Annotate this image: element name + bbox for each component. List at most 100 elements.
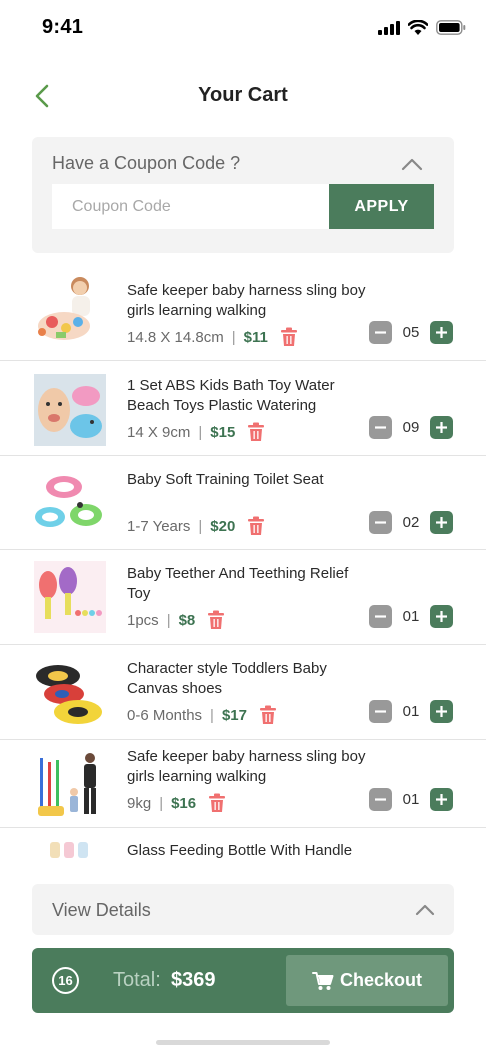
increase-quantity-button[interactable] xyxy=(430,321,453,344)
item-meta: 14 X 9cm | $15 xyxy=(127,422,265,442)
trash-icon[interactable] xyxy=(208,793,226,813)
item-count-badge: 16 xyxy=(52,967,79,994)
quantity-value: 01 xyxy=(402,791,420,808)
decrease-quantity-button[interactable] xyxy=(369,321,392,344)
decrease-quantity-button[interactable] xyxy=(369,511,392,534)
cart-list: Safe keeper baby harness sling boy girls… xyxy=(0,266,486,866)
trash-icon[interactable] xyxy=(207,610,225,630)
item-price: $17 xyxy=(221,706,247,724)
total-label: Total: xyxy=(113,969,161,991)
minus-icon xyxy=(375,798,386,801)
decrease-quantity-button[interactable] xyxy=(369,605,392,628)
apply-coupon-button[interactable]: APPLY xyxy=(329,184,434,229)
product-image xyxy=(34,561,106,633)
item-spec: 9kg xyxy=(127,794,152,812)
status-time: 9:41 xyxy=(42,16,84,38)
quantity-value: 09 xyxy=(402,419,420,436)
decrease-quantity-button[interactable] xyxy=(369,416,392,439)
trash-icon[interactable] xyxy=(247,516,265,536)
status-bar: 9:41 xyxy=(0,0,486,54)
increase-quantity-button[interactable] xyxy=(430,511,453,534)
cart-item: Baby Soft Training Toilet Seat 1-7 Years… xyxy=(0,456,486,550)
checkout-button[interactable]: Checkout xyxy=(286,955,448,1006)
item-meta: 0-6 Months | $17 xyxy=(127,705,277,725)
item-name: 1 Set ABS Kids Bath Toy Water Beach Toys… xyxy=(127,377,335,414)
quantity-stepper: 09 xyxy=(369,416,453,439)
item-spec: 1-7 Years xyxy=(127,517,191,535)
item-spec: 14 X 9cm xyxy=(127,423,191,441)
increase-quantity-button[interactable] xyxy=(430,788,453,811)
product-image xyxy=(34,272,106,344)
meta-separator: | xyxy=(159,794,164,812)
product-image xyxy=(34,656,106,728)
coupon-code-input[interactable] xyxy=(52,184,329,229)
item-name: Baby Soft Training Toilet Seat xyxy=(127,471,324,488)
status-icons xyxy=(378,20,466,35)
quantity-stepper: 01 xyxy=(369,700,453,723)
item-price: $20 xyxy=(210,517,236,535)
battery-icon xyxy=(436,20,466,35)
quantity-stepper: 01 xyxy=(369,788,453,811)
header: Your Cart xyxy=(0,72,486,120)
decrease-quantity-button[interactable] xyxy=(369,788,392,811)
meta-separator: | xyxy=(166,611,171,629)
chevron-up-icon xyxy=(415,904,435,916)
cart-item: Baby Teether And Teething Relief Toy 1pc… xyxy=(0,550,486,645)
quantity-value: 05 xyxy=(402,324,420,341)
item-name: Baby Teether And Teething Relief Toy xyxy=(127,565,349,602)
quantity-value: 01 xyxy=(402,703,420,720)
item-spec: 0-6 Months xyxy=(127,706,203,724)
plus-icon xyxy=(436,611,447,622)
item-meta: 1pcs | $8 xyxy=(127,610,225,630)
item-name: Glass Feeding Bottle With Handle xyxy=(127,842,353,859)
decrease-quantity-button[interactable] xyxy=(369,700,392,723)
item-price: $11 xyxy=(243,328,268,346)
trash-icon[interactable] xyxy=(247,422,265,442)
coupon-heading: Have a Coupon Code ? xyxy=(52,153,241,173)
product-image xyxy=(34,748,106,820)
meta-separator: | xyxy=(210,706,214,724)
increase-quantity-button[interactable] xyxy=(430,416,453,439)
increase-quantity-button[interactable] xyxy=(430,605,453,628)
home-indicator xyxy=(156,1040,330,1045)
minus-icon xyxy=(375,615,386,618)
page-title: Your Cart xyxy=(198,84,288,106)
minus-icon xyxy=(375,331,386,334)
plus-icon xyxy=(436,794,447,805)
plus-icon xyxy=(436,422,447,433)
meta-separator: | xyxy=(198,423,203,441)
quantity-stepper: 01 xyxy=(369,605,453,628)
item-price: $16 xyxy=(171,794,197,812)
coupon-panel: Have a Coupon Code ? APPLY xyxy=(32,137,454,253)
item-meta: 1-7 Years | $20 xyxy=(127,516,265,536)
quantity-stepper: 02 xyxy=(369,511,453,534)
plus-icon xyxy=(436,327,447,338)
item-name: Safe keeper baby harness sling boy girls… xyxy=(127,748,366,785)
cart-item: Character style Toddlers Baby Canvas sho… xyxy=(0,645,486,740)
cart-item: Glass Feeding Bottle With Handle xyxy=(0,828,486,866)
view-details-toggle[interactable]: View Details xyxy=(32,884,454,935)
checkout-bar: 16 Total: $369 Checkout xyxy=(32,948,454,1013)
item-name: Character style Toddlers Baby Canvas sho… xyxy=(127,660,327,697)
minus-icon xyxy=(375,426,386,429)
trash-icon[interactable] xyxy=(280,327,298,347)
item-spec: 14.8 X 14.8cm xyxy=(127,328,224,346)
cart-icon xyxy=(311,971,334,990)
checkout-label: Checkout xyxy=(339,970,422,990)
minus-icon xyxy=(375,710,386,713)
cart-item: 1 Set ABS Kids Bath Toy Water Beach Toys… xyxy=(0,361,486,456)
item-meta: 14.8 X 14.8cm | $11 xyxy=(127,327,298,347)
increase-quantity-button[interactable] xyxy=(430,700,453,723)
trash-icon[interactable] xyxy=(259,705,277,725)
item-name: Safe keeper baby harness sling boy girls… xyxy=(127,282,366,319)
item-spec: 1pcs xyxy=(127,611,159,629)
chevron-up-icon[interactable] xyxy=(400,155,424,173)
quantity-value: 01 xyxy=(402,608,420,625)
product-image xyxy=(34,467,106,539)
cart-item: Safe keeper baby harness sling boy girls… xyxy=(0,740,486,828)
product-image xyxy=(34,838,106,860)
signal-icon xyxy=(378,20,400,35)
total-value: $369 xyxy=(171,969,216,991)
minus-icon xyxy=(375,521,386,524)
cart-item: Safe keeper baby harness sling boy girls… xyxy=(0,266,486,361)
